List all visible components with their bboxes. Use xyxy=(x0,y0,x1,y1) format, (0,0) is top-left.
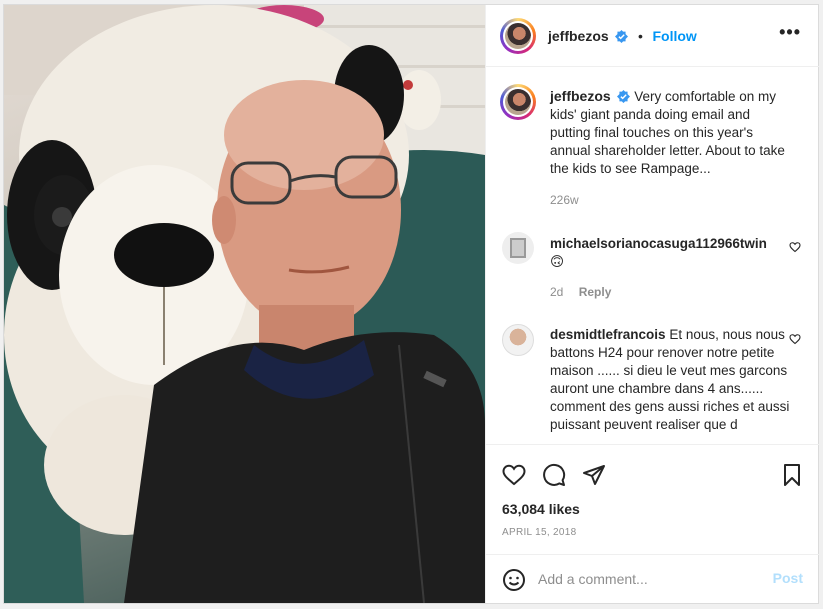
reply-button[interactable]: Reply xyxy=(579,285,612,299)
avatar[interactable] xyxy=(500,18,536,54)
post-button[interactable]: Post xyxy=(773,570,803,586)
comments-section[interactable]: jeffbezos Very comfortable on my kids' g… xyxy=(486,68,819,443)
header-username[interactable]: jeffbezos xyxy=(548,28,609,44)
comment-text: 🙃 xyxy=(550,254,565,269)
comment-username[interactable]: michaelsorianocasuga112966twin xyxy=(550,236,767,251)
commenter-avatar[interactable] xyxy=(502,232,534,264)
commenter-avatar[interactable] xyxy=(502,324,534,356)
paper-plane-icon[interactable] xyxy=(582,463,606,487)
more-options-icon[interactable]: ••• xyxy=(779,23,801,41)
post-photo[interactable] xyxy=(4,5,485,603)
caption-avatar[interactable] xyxy=(500,84,536,120)
post-header: jeffbezos • Follow ••• xyxy=(486,5,819,67)
comment-username[interactable]: desmidtlefrancois xyxy=(550,327,666,342)
comment-composer: Post xyxy=(486,554,819,603)
caption: jeffbezos Very comfortable on my kids' g… xyxy=(550,87,790,178)
heart-icon[interactable] xyxy=(502,463,526,487)
comment-icon[interactable] xyxy=(542,463,566,487)
likes-count[interactable]: 63,084 likes xyxy=(502,501,580,517)
follow-button[interactable]: Follow xyxy=(652,28,696,44)
caption-timestamp: 226w xyxy=(550,193,579,207)
caption-username[interactable]: jeffbezos xyxy=(550,88,611,104)
instagram-post: jeffbezos • Follow ••• jeffbezos Very co… xyxy=(3,4,819,604)
verified-badge-icon xyxy=(617,90,631,103)
comment-input[interactable] xyxy=(538,569,758,589)
bookmark-icon[interactable] xyxy=(780,463,804,487)
post-actions: 63,084 likes APRIL 15, 2018 xyxy=(486,444,819,554)
photo-content xyxy=(4,5,485,603)
comment-like-heart-icon[interactable] xyxy=(789,333,801,345)
smiley-icon[interactable] xyxy=(502,568,526,592)
header-separator: • xyxy=(637,28,643,44)
comment-timestamp: 2d xyxy=(550,285,564,299)
verified-badge-icon xyxy=(615,30,629,43)
comment-text: Et nous, nous nous battons H24 pour reno… xyxy=(550,327,790,432)
comment-like-heart-icon[interactable] xyxy=(789,241,801,253)
post-sidebar: jeffbezos • Follow ••• jeffbezos Very co… xyxy=(485,5,819,603)
post-date[interactable]: APRIL 15, 2018 xyxy=(502,527,576,538)
